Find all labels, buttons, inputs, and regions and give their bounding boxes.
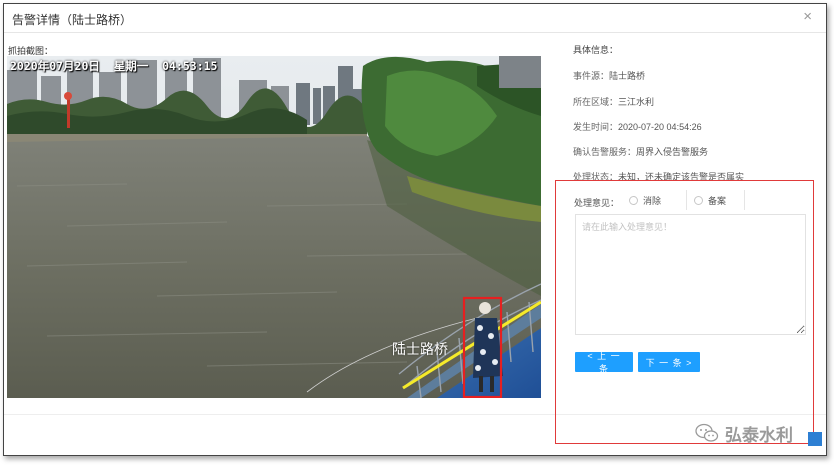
- info-key: 确认告警服务：: [573, 147, 637, 157]
- wechat-icon: [695, 423, 719, 442]
- info-key: 所在区域：: [573, 97, 619, 107]
- watermark-text: 弘泰水利: [725, 425, 793, 445]
- title-divider: [4, 32, 826, 33]
- snapshot-image: 2020年07月20日 星期一 04:53:15 陆士路桥: [7, 56, 541, 398]
- watermark: 弘泰水利: [695, 418, 793, 448]
- info-value: 陆士路桥: [609, 71, 646, 81]
- radio-record[interactable]: 备案: [694, 190, 745, 210]
- info-row-service: 确认告警服务：周界入侵告警服务: [573, 145, 708, 158]
- next-button[interactable]: 下 一 条 >: [638, 352, 700, 372]
- info-value: 周界入侵告警服务: [636, 147, 709, 157]
- radio-circle-icon[interactable]: [629, 195, 638, 205]
- radio-eliminate-label: 消除: [643, 195, 662, 206]
- river-scene-image: [7, 56, 541, 398]
- radio-circle-icon[interactable]: [694, 195, 703, 205]
- handling-remark-input[interactable]: [575, 214, 806, 335]
- handling-label: 处理意见：: [574, 198, 620, 208]
- confirm-button-edge: [808, 432, 822, 446]
- info-header: 具体信息：: [573, 45, 619, 55]
- radio-eliminate[interactable]: 消除: [629, 190, 687, 210]
- camera-location-overlay: 陆士路桥: [392, 341, 448, 357]
- info-value: 2020-07-20 04:54:26: [618, 122, 702, 132]
- dialog-title: 告警详情（陆士路桥）: [12, 13, 133, 27]
- info-value: 三江水利: [618, 97, 655, 107]
- info-row-time: 发生时间：2020-07-20 04:54:26: [573, 120, 702, 133]
- info-row-source: 事件源：陆士路桥: [573, 69, 645, 82]
- camera-timestamp-overlay: 2020年07月20日 星期一 04:53:15: [10, 59, 218, 73]
- info-key: 发生时间：: [573, 122, 619, 132]
- info-key: 事件源：: [573, 71, 610, 81]
- info-row-area: 所在区域：三江水利: [573, 95, 654, 108]
- radio-record-label: 备案: [708, 195, 727, 206]
- close-icon[interactable]: ×: [803, 9, 812, 24]
- previous-button[interactable]: < 上 一 条: [575, 351, 633, 374]
